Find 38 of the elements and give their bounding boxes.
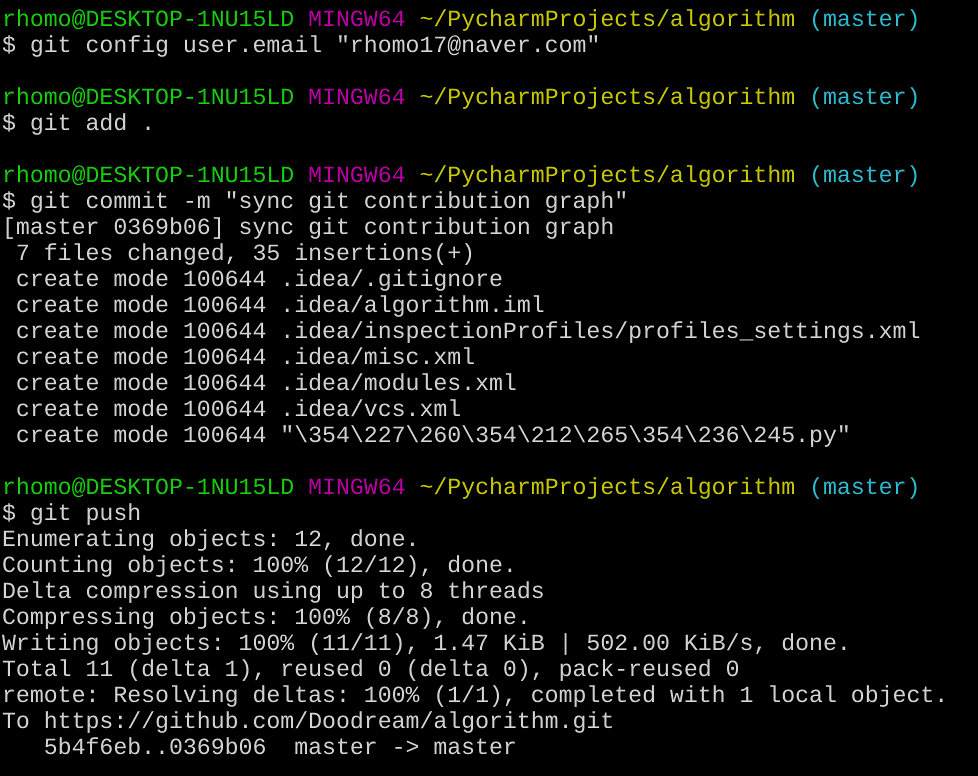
prompt-path: ~/PycharmProjects/algorithm	[419, 163, 796, 189]
prompt-branch: (master)	[809, 7, 920, 33]
command-line: $ git add .	[2, 111, 156, 137]
output-line: create mode 100644 .idea/misc.xml	[14, 345, 476, 371]
output-line: To https://github.com/Doodream/algorithm.git	[2, 709, 614, 735]
prompt-shell: MINGW64	[308, 163, 406, 189]
output-line: create mode 100644 .idea/algorithm.iml	[14, 293, 545, 319]
output-line: create mode 100644 .idea/vcs.xml	[14, 397, 462, 423]
prompt-path: ~/PycharmProjects/algorithm	[419, 475, 796, 501]
output-line: Delta compression using up to 8 threads	[2, 579, 545, 605]
output-line: [master 0369b06] sync git contribution graph	[2, 215, 614, 241]
prompt-user-host: rhomo@DESKTOP-1NU15LD	[2, 475, 294, 501]
output-line: create mode 100644 .idea/modules.xml	[14, 371, 517, 397]
output-line: Counting objects: 100% (12/12), done.	[2, 553, 517, 579]
output-line: create mode 100644 "\354\227\260\354\212\265\354\236\245.py"	[14, 423, 851, 449]
prompt-shell: MINGW64	[308, 475, 406, 501]
command-line: $ git push	[2, 501, 142, 527]
prompt-branch: (master)	[809, 85, 920, 111]
prompt-user-host: rhomo@DESKTOP-1NU15LD	[2, 7, 294, 33]
output-line: Total 11 (delta 1), reused 0 (delta 0), pack-reused 0	[2, 657, 740, 683]
output-line: Enumerating objects: 12, done.	[2, 527, 420, 553]
prompt-user-host: rhomo@DESKTOP-1NU15LD	[2, 85, 294, 111]
prompt-shell: MINGW64	[308, 7, 406, 33]
prompt-branch: (master)	[809, 475, 920, 501]
output-line: 5b4f6eb..0369b06 master -> master	[42, 735, 517, 761]
output-line: create mode 100644 .idea/inspectionProfiles/profiles_settings.xml	[14, 319, 920, 345]
output-line: Writing objects: 100% (11/11), 1.47 KiB | 502.00 KiB/s, done.	[2, 631, 851, 657]
command-line: $ git config user.email "rhomo17@naver.com"	[2, 33, 600, 59]
prompt-user-host: rhomo@DESKTOP-1NU15LD	[2, 163, 294, 189]
prompt-branch: (master)	[809, 163, 920, 189]
prompt-path: ~/PycharmProjects/algorithm	[419, 7, 796, 33]
prompt-shell: MINGW64	[308, 85, 406, 111]
output-line: 7 files changed, 35 insertions(+)	[14, 241, 476, 267]
output-line: Compressing objects: 100% (8/8), done.	[2, 605, 531, 631]
command-line: $ git commit -m "sync git contribution graph"	[2, 189, 628, 215]
output-line: remote: Resolving deltas: 100% (1/1), completed with 1 local object.	[2, 683, 948, 709]
prompt-path: ~/PycharmProjects/algorithm	[419, 85, 796, 111]
output-line: create mode 100644 .idea/.gitignore	[14, 267, 503, 293]
